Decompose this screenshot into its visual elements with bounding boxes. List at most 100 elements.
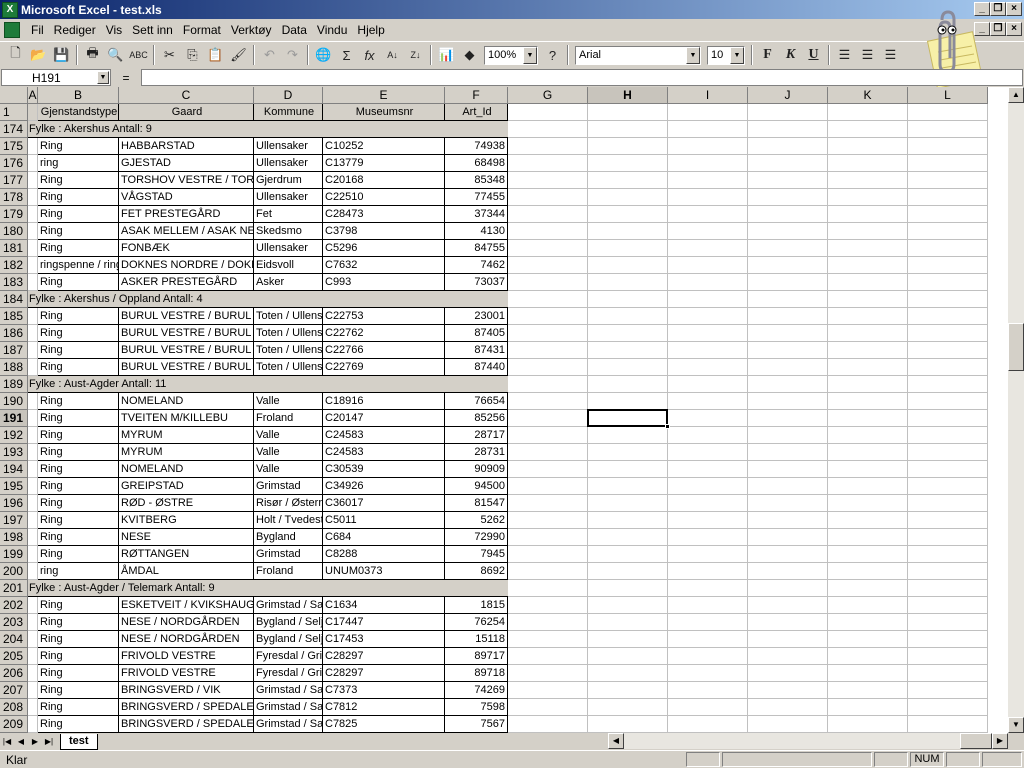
data-cell[interactable]: C36017: [323, 495, 445, 512]
data-cell[interactable]: Ring: [38, 359, 119, 376]
grid-cell[interactable]: [28, 631, 38, 648]
row-header[interactable]: 186: [0, 325, 28, 342]
row-header[interactable]: 178: [0, 189, 28, 206]
grid-cell[interactable]: [828, 206, 908, 223]
grid-cell[interactable]: [668, 223, 748, 240]
grid-cell[interactable]: [28, 155, 38, 172]
chevron-down-icon[interactable]: ▼: [730, 46, 744, 64]
grid-cell[interactable]: [668, 631, 748, 648]
grid-cell[interactable]: [588, 546, 668, 563]
group-header-row[interactable]: Fylke : Akershus Antall: 9: [28, 121, 508, 138]
grid-cell[interactable]: [588, 240, 668, 257]
align-center-icon[interactable]: ☰: [856, 44, 879, 66]
grid-cell[interactable]: [668, 257, 748, 274]
data-cell[interactable]: C993: [323, 274, 445, 291]
data-cell[interactable]: C3798: [323, 223, 445, 240]
data-cell[interactable]: NESE / NORDGÅRDEN: [119, 614, 254, 631]
grid-cell[interactable]: [748, 461, 828, 478]
grid-cell[interactable]: [908, 104, 988, 121]
grid-cell[interactable]: [508, 325, 588, 342]
data-cell[interactable]: Ring: [38, 716, 119, 733]
grid-cell[interactable]: [668, 512, 748, 529]
row-header[interactable]: 198: [0, 529, 28, 546]
grid-cell[interactable]: [828, 257, 908, 274]
data-cell[interactable]: Bygland / Seljord: [254, 631, 323, 648]
data-cell[interactable]: 74269: [445, 682, 508, 699]
data-cell[interactable]: Grimstad: [254, 546, 323, 563]
data-cell[interactable]: Valle: [254, 427, 323, 444]
document-icon[interactable]: [4, 22, 20, 38]
grid-cell[interactable]: [508, 206, 588, 223]
drawing-icon[interactable]: ◆: [458, 44, 481, 66]
grid-cell[interactable]: [588, 563, 668, 580]
grid-cell[interactable]: [908, 665, 988, 682]
fill-handle[interactable]: [665, 424, 670, 429]
data-cell[interactable]: ESKETVEIT / KVIKSHAUG: [119, 597, 254, 614]
data-cell[interactable]: 28731: [445, 444, 508, 461]
grid-cell[interactable]: [588, 631, 668, 648]
column-header-h[interactable]: H: [588, 87, 668, 104]
grid-cell[interactable]: [508, 546, 588, 563]
data-cell[interactable]: C28297: [323, 665, 445, 682]
data-cell[interactable]: Toten / Ullensaker: [254, 342, 323, 359]
row-header[interactable]: 188: [0, 359, 28, 376]
grid-cell[interactable]: [508, 376, 588, 393]
grid-cell[interactable]: [668, 206, 748, 223]
data-cell[interactable]: RØD - ØSTRE: [119, 495, 254, 512]
data-cell[interactable]: TVEITEN M/KILLEBU: [119, 410, 254, 427]
grid-cell[interactable]: [748, 427, 828, 444]
grid-cell[interactable]: [508, 342, 588, 359]
grid-cell[interactable]: [668, 359, 748, 376]
data-cell[interactable]: Fyresdal / Grimstad: [254, 665, 323, 682]
spell-check-icon[interactable]: ABC: [127, 44, 150, 66]
data-cell[interactable]: C8288: [323, 546, 445, 563]
row-header[interactable]: 177: [0, 172, 28, 189]
grid-cell[interactable]: [828, 682, 908, 699]
row-header[interactable]: 180: [0, 223, 28, 240]
grid-cell[interactable]: [668, 461, 748, 478]
grid-cell[interactable]: [508, 716, 588, 733]
grid-cell[interactable]: [908, 699, 988, 716]
doc-close-button[interactable]: ×: [1006, 22, 1022, 36]
grid-cell[interactable]: [28, 308, 38, 325]
grid-cell[interactable]: [28, 427, 38, 444]
grid-cell[interactable]: [668, 546, 748, 563]
grid-cell[interactable]: [748, 138, 828, 155]
data-cell[interactable]: VÅGSTAD: [119, 189, 254, 206]
data-cell[interactable]: 84755: [445, 240, 508, 257]
menu-format[interactable]: Format: [178, 23, 226, 37]
grid-cell[interactable]: [908, 121, 988, 138]
grid-cell[interactable]: [588, 291, 668, 308]
grid-cell[interactable]: [588, 716, 668, 733]
grid-cell[interactable]: [748, 580, 828, 597]
grid-cell[interactable]: [508, 597, 588, 614]
grid-cell[interactable]: [588, 138, 668, 155]
grid-cell[interactable]: [28, 257, 38, 274]
select-all-corner[interactable]: [0, 87, 28, 104]
data-cell[interactable]: 15118: [445, 631, 508, 648]
data-cell[interactable]: 76254: [445, 614, 508, 631]
data-cell[interactable]: C28473: [323, 206, 445, 223]
grid-cell[interactable]: [508, 274, 588, 291]
chevron-down-icon[interactable]: ▼: [97, 71, 109, 84]
row-header[interactable]: 1: [0, 104, 28, 121]
row-header[interactable]: 205: [0, 648, 28, 665]
data-cell[interactable]: Ring: [38, 648, 119, 665]
grid-cell[interactable]: [908, 512, 988, 529]
grid-cell[interactable]: [588, 274, 668, 291]
grid-cell[interactable]: [908, 138, 988, 155]
row-header[interactable]: 182: [0, 257, 28, 274]
grid-cell[interactable]: [748, 563, 828, 580]
grid-cell[interactable]: [828, 699, 908, 716]
data-cell[interactable]: 77455: [445, 189, 508, 206]
scroll-up-icon[interactable]: ▲: [1008, 87, 1024, 103]
grid-cell[interactable]: [508, 478, 588, 495]
help-icon[interactable]: ?: [541, 44, 564, 66]
data-cell[interactable]: 37344: [445, 206, 508, 223]
data-cell[interactable]: Ring: [38, 325, 119, 342]
close-button[interactable]: ×: [1006, 2, 1022, 16]
data-cell[interactable]: C30539: [323, 461, 445, 478]
row-header[interactable]: 209: [0, 716, 28, 733]
chevron-down-icon[interactable]: ▼: [523, 46, 537, 64]
data-cell[interactable]: C13779: [323, 155, 445, 172]
